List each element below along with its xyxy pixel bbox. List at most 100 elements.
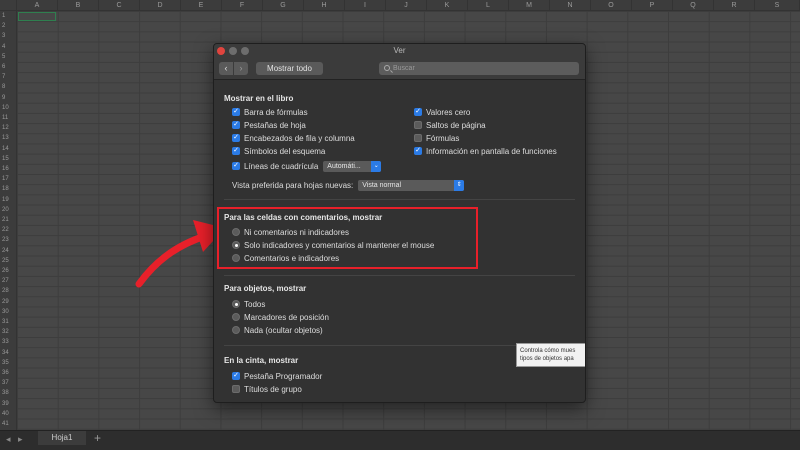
column-header[interactable]: H xyxy=(304,0,345,11)
search-field[interactable] xyxy=(379,62,579,75)
row-header[interactable]: 10 xyxy=(0,103,17,113)
row-header[interactable]: 27 xyxy=(0,276,17,286)
row-header[interactable]: 13 xyxy=(0,133,17,143)
row-header[interactable]: 23 xyxy=(0,235,17,245)
column-header[interactable]: E xyxy=(181,0,222,11)
row-header[interactable]: 15 xyxy=(0,154,17,164)
row-header[interactable]: 41 xyxy=(0,419,17,429)
prev-sheet-icon[interactable]: ◂ xyxy=(6,434,11,445)
sheet-tab-hoja1[interactable]: Hoja1 xyxy=(38,431,86,445)
sheet-tab-bar: ◂ ▸ Hoja1 + xyxy=(0,430,800,450)
column-header[interactable]: B xyxy=(58,0,99,11)
column-header[interactable]: K xyxy=(427,0,468,11)
forward-button[interactable]: › xyxy=(234,62,248,75)
row-header[interactable]: 37 xyxy=(0,378,17,388)
row-header[interactable]: 31 xyxy=(0,317,17,327)
row-header[interactable]: 19 xyxy=(0,195,17,205)
preferred-view-popup[interactable]: Vista normal ⇕ xyxy=(358,179,465,191)
checkbox-formula-bar[interactable]: ✓ Barra de fórmulas xyxy=(232,107,308,117)
row-header[interactable]: 24 xyxy=(0,246,17,256)
row-header[interactable]: 12 xyxy=(0,123,17,133)
add-sheet-button[interactable]: + xyxy=(94,431,101,445)
column-header[interactable]: F xyxy=(222,0,263,11)
row-header[interactable]: 6 xyxy=(0,62,17,72)
search-input[interactable] xyxy=(393,62,573,75)
column-header[interactable]: C xyxy=(99,0,140,11)
radio-all-objects[interactable]: Todos xyxy=(232,299,265,309)
checkbox-outline-symbols[interactable]: ✓ Símbolos del esquema xyxy=(232,146,325,156)
checkbox-page-breaks[interactable]: Saltos de página xyxy=(414,120,486,130)
checkbox-function-tooltips[interactable]: ✓ Información en pantalla de funciones xyxy=(414,146,557,156)
section-title-libro: Mostrar en el libro xyxy=(224,94,294,103)
column-header[interactable]: M xyxy=(509,0,550,11)
row-header[interactable]: 20 xyxy=(0,205,17,215)
checkbox-sheet-tabs[interactable]: ✓ Pestañas de hoja xyxy=(232,120,306,130)
column-header[interactable]: O xyxy=(591,0,632,11)
row-header[interactable]: 28 xyxy=(0,286,17,296)
row-header[interactable]: 22 xyxy=(0,225,17,235)
select-all-corner[interactable] xyxy=(0,0,17,11)
back-button[interactable]: ‹ xyxy=(219,62,233,75)
row-header[interactable]: 5 xyxy=(0,52,17,62)
checkbox-developer-tab[interactable]: ✓ Pestaña Programador xyxy=(232,371,322,381)
checkbox-group-titles[interactable]: Títulos de grupo xyxy=(232,384,302,394)
checkbox-row-column-headers[interactable]: ✓ Encabezados de fila y columna xyxy=(232,133,355,143)
checkbox-unchecked-icon xyxy=(414,134,422,142)
checkbox-checked-icon: ✓ xyxy=(232,108,240,116)
checkbox-gridlines[interactable]: ✓ Líneas de cuadrícula Automáti... ⌄ xyxy=(232,160,382,172)
row-header[interactable]: 7 xyxy=(0,72,17,82)
row-header[interactable]: 26 xyxy=(0,266,17,276)
row-header[interactable]: 11 xyxy=(0,113,17,123)
show-all-button[interactable]: Mostrar todo xyxy=(256,62,323,75)
column-header[interactable]: Q xyxy=(673,0,714,11)
row-header[interactable]: 33 xyxy=(0,337,17,347)
dialog-toolbar: ‹ › Mostrar todo xyxy=(214,58,585,80)
row-header[interactable]: 8 xyxy=(0,82,17,92)
row-header[interactable]: 30 xyxy=(0,307,17,317)
row-header[interactable]: 9 xyxy=(0,93,17,103)
section-title-cinta: En la cinta, mostrar xyxy=(224,356,299,365)
column-header[interactable]: P xyxy=(632,0,673,11)
row-header[interactable]: 36 xyxy=(0,368,17,378)
dialog-title: Ver xyxy=(393,46,406,55)
column-header[interactable]: D xyxy=(140,0,181,11)
radio-hide-objects[interactable]: Nada (ocultar objetos) xyxy=(232,325,323,335)
row-header[interactable]: 29 xyxy=(0,297,17,307)
checkbox-formulas[interactable]: Fórmulas xyxy=(414,133,459,143)
row-header[interactable]: 40 xyxy=(0,409,17,419)
column-header[interactable]: R xyxy=(714,0,755,11)
radio-off-icon xyxy=(232,313,240,321)
column-header[interactable]: I xyxy=(345,0,386,11)
column-header[interactable]: G xyxy=(263,0,304,11)
row-header[interactable]: 38 xyxy=(0,388,17,398)
row-header[interactable]: 39 xyxy=(0,399,17,409)
row-header[interactable]: 21 xyxy=(0,215,17,225)
radio-placeholders[interactable]: Marcadores de posición xyxy=(232,312,329,322)
preferred-view-row: Vista preferida para hojas nuevas: Vista… xyxy=(232,179,465,191)
row-header[interactable]: 3 xyxy=(0,31,17,41)
row-header[interactable]: 35 xyxy=(0,358,17,368)
row-header[interactable]: 32 xyxy=(0,327,17,337)
column-header[interactable]: J xyxy=(386,0,427,11)
row-header[interactable]: 16 xyxy=(0,164,17,174)
chevron-down-icon: ⌄ xyxy=(371,160,382,172)
next-sheet-icon[interactable]: ▸ xyxy=(18,434,23,445)
row-header[interactable]: 4 xyxy=(0,42,17,52)
row-header[interactable]: 25 xyxy=(0,256,17,266)
column-header[interactable]: N xyxy=(550,0,591,11)
gridline-color-popup[interactable]: Automáti... ⌄ xyxy=(323,160,382,172)
row-header[interactable]: 34 xyxy=(0,348,17,358)
row-header[interactable]: 17 xyxy=(0,174,17,184)
row-header[interactable]: 14 xyxy=(0,144,17,154)
row-header[interactable]: 1 xyxy=(0,11,17,21)
column-header[interactable]: L xyxy=(468,0,509,11)
row-header[interactable]: 2 xyxy=(0,21,17,31)
checkbox-zero-values[interactable]: ✓ Valores cero xyxy=(414,107,470,117)
dialog-titlebar: Ver xyxy=(214,44,585,58)
row-header[interactable]: 18 xyxy=(0,184,17,194)
checkbox-checked-icon: ✓ xyxy=(232,162,240,170)
column-header[interactable]: A xyxy=(17,0,58,11)
selected-cell[interactable] xyxy=(18,12,56,21)
column-header[interactable]: S xyxy=(755,0,800,11)
row-headers: 1 2 3 4 5 6 7 8 9 10 11 12 13 14 15 16 17 18 19 20 21 22 23 24 2… xyxy=(0,11,17,430)
